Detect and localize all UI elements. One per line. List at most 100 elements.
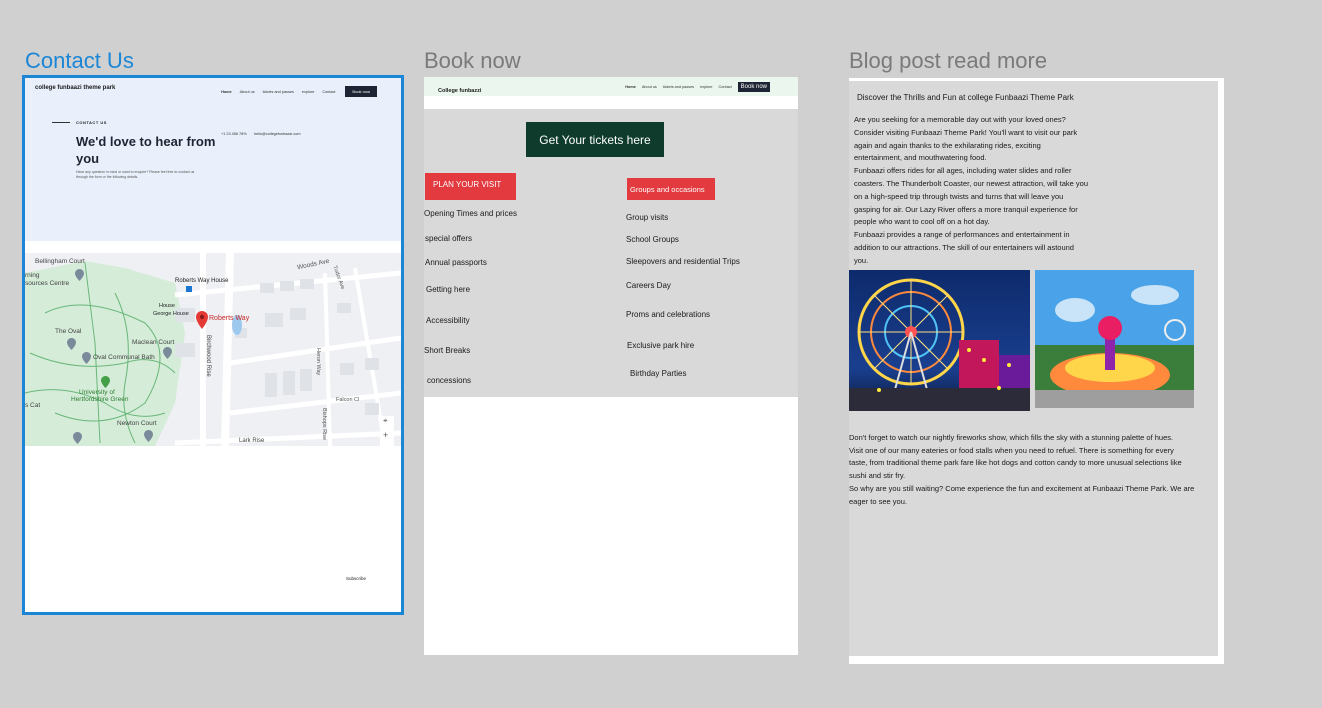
location-map[interactable]: Bellingham Court rning sources Centre Ro…	[25, 253, 401, 446]
list-item[interactable]: Opening Times and prices	[424, 209, 517, 218]
nav-about[interactable]: About us	[642, 85, 657, 89]
list-item[interactable]: Proms and celebrations	[626, 310, 710, 319]
blog-content: Discover the Thrills and Fun at college …	[849, 81, 1218, 656]
text-line: Funbaazi offers rides for all ages, incl…	[854, 166, 1072, 176]
text-line: coasters. The Thunderbolt Coaster, our n…	[854, 178, 1089, 188]
groups-occasions-button[interactable]: Groups and occasions	[627, 178, 715, 200]
poi-marker-icon	[82, 352, 91, 364]
text-line: Visit one of our many eateries or food s…	[849, 445, 1174, 455]
nav-about[interactable]: About us	[240, 90, 255, 94]
nav-tickets[interactable]: tickets and passes	[663, 85, 694, 89]
book-content: Get Your tickets here PLAN YOUR VISIT Gr…	[424, 109, 798, 397]
subscribe-button[interactable]: Subscribe	[346, 576, 366, 581]
contact-navbar: college funbaazi theme park Home About u…	[25, 78, 401, 100]
book-now-button[interactable]: Book now	[737, 82, 770, 92]
nav-home[interactable]: Home	[625, 85, 636, 89]
contact-phone[interactable]: +1 23 456 78%	[221, 132, 247, 136]
list-item[interactable]: Sleepovers and residential Trips	[626, 257, 740, 266]
map-pin-icon[interactable]	[196, 311, 208, 329]
book-frame[interactable]: College funbazzi Home About us tickets a…	[424, 77, 798, 655]
text-line: again and again thanks to the exhilarati…	[854, 140, 1041, 150]
map-label: The Oval	[55, 328, 82, 335]
list-item[interactable]: Accessibility	[426, 316, 470, 325]
locate-icon[interactable]: ⌖	[383, 416, 388, 426]
map-label: House	[159, 303, 175, 309]
plan-visit-button[interactable]: PLAN YOUR VISIT	[425, 173, 516, 200]
map-label: Falcon Cl	[336, 397, 360, 403]
contact-email[interactable]: hello@collegefunbaazi.com	[254, 132, 301, 136]
contact-frame[interactable]: college funbaazi theme park Home About u…	[22, 75, 404, 615]
poi-marker-icon	[67, 338, 76, 350]
map-pin-label: Roberts Way	[209, 315, 250, 322]
nav-tickets[interactable]: tickets and passes	[263, 90, 294, 94]
text-line: you.	[854, 255, 869, 265]
frame-title-blog[interactable]: Blog post read more	[849, 48, 1047, 74]
brand-name[interactable]: College funbazzi	[438, 88, 481, 94]
book-now-button[interactable]: Book now	[345, 86, 377, 97]
map-label: Heron Way	[315, 348, 321, 376]
list-item[interactable]: concessions	[427, 376, 471, 385]
eyebrow-divider	[52, 122, 70, 123]
list-item[interactable]: Birthday Parties	[630, 369, 686, 378]
poi-marker-icon	[73, 432, 82, 444]
book-navbar: College funbazzi Home About us tickets a…	[424, 77, 798, 96]
map-label: s Cat	[25, 402, 41, 409]
map-label: Bishops Rise	[321, 408, 327, 441]
fairground-ride-photo	[1035, 270, 1194, 408]
text-line: So why are you still waiting? Come exper…	[849, 483, 1195, 493]
list-item[interactable]: Exclusive park hire	[627, 341, 694, 350]
map-label: Roberts Way House	[175, 278, 229, 284]
list-item[interactable]: Group visits	[626, 213, 668, 222]
list-item[interactable]: Getting here	[426, 285, 470, 294]
text-line: gasping for air. Our Lazy River offers a…	[854, 204, 1078, 214]
map-label: Birchwood Rise	[205, 335, 211, 377]
get-tickets-button[interactable]: Get Your tickets here	[526, 122, 664, 157]
blog-frame[interactable]: Discover the Thrills and Fun at college …	[849, 78, 1224, 664]
poi-marker-icon	[163, 347, 172, 359]
list-item[interactable]: Short Breaks	[424, 346, 470, 355]
map-label: George House	[153, 311, 189, 317]
frame-title-contact[interactable]: Contact Us	[25, 48, 134, 74]
blog-paragraph-1: Are you seeking for a memorable day out …	[854, 114, 1109, 268]
map-label: Newton Court	[117, 420, 157, 427]
nav-home[interactable]: Home	[221, 90, 232, 94]
list-item[interactable]: Annual passports	[425, 258, 487, 267]
zoom-in-icon[interactable]: +	[383, 430, 388, 440]
list-item[interactable]: special offers	[425, 234, 472, 243]
nav-links: Home About us tickets and passes explore…	[625, 82, 770, 92]
poi-marker-icon	[101, 376, 110, 388]
nav-contact[interactable]: Contact	[719, 85, 732, 89]
text-line: Consider visiting Funbaazi Theme Park! Y…	[854, 127, 1078, 137]
nav-explore[interactable]: explore	[302, 90, 314, 94]
frame-title-book[interactable]: Book now	[424, 48, 521, 74]
text-line: taste, from traditional theme park fare …	[849, 458, 1182, 468]
text-line: eager to see you.	[849, 496, 907, 506]
nav-explore[interactable]: explore	[700, 85, 712, 89]
map-label: University of	[79, 389, 115, 396]
blog-title: Discover the Thrills and Fun at college …	[857, 93, 1074, 102]
nav-links: Home About us tickets and passes explore…	[221, 86, 377, 97]
brand-name[interactable]: college funbaazi theme park	[35, 85, 115, 91]
poi-marker-icon	[144, 430, 153, 442]
map-label: sources Centre	[25, 280, 70, 287]
text-line: on a high-speed trip through twists and …	[854, 191, 1064, 201]
text-line: people who want to cool off on a hot day…	[854, 217, 990, 227]
text-line: Are you seeking for a memorable day out …	[854, 115, 1066, 124]
nav-contact[interactable]: Contact	[322, 90, 335, 94]
text-line: Don't forget to watch our nightly firewo…	[849, 433, 1174, 442]
map-label: rning	[25, 272, 40, 279]
map-label: Oval Communal Bath	[93, 354, 155, 361]
text-line: sushi and stir fry.	[849, 471, 906, 481]
list-item[interactable]: Careers Day	[626, 281, 671, 290]
map-label: Maclean Court	[132, 339, 175, 346]
poi-marker-icon	[75, 269, 84, 281]
list-item[interactable]: School Groups	[626, 235, 679, 244]
contact-subtext: Have any question in mind or want to enq…	[76, 170, 195, 179]
contact-heading: We'd love to hear from you	[76, 134, 216, 166]
map-label: Lark Rise	[239, 438, 265, 444]
text-line: addition to our attractions. The skill o…	[854, 242, 1074, 252]
map-controls: ⌖ +	[380, 416, 394, 446]
map-label: Bellingham Court	[35, 258, 85, 265]
blog-paragraph-2: Don't forget to watch our nightly firewo…	[849, 432, 1219, 508]
ferris-wheel-photo	[849, 270, 1030, 411]
